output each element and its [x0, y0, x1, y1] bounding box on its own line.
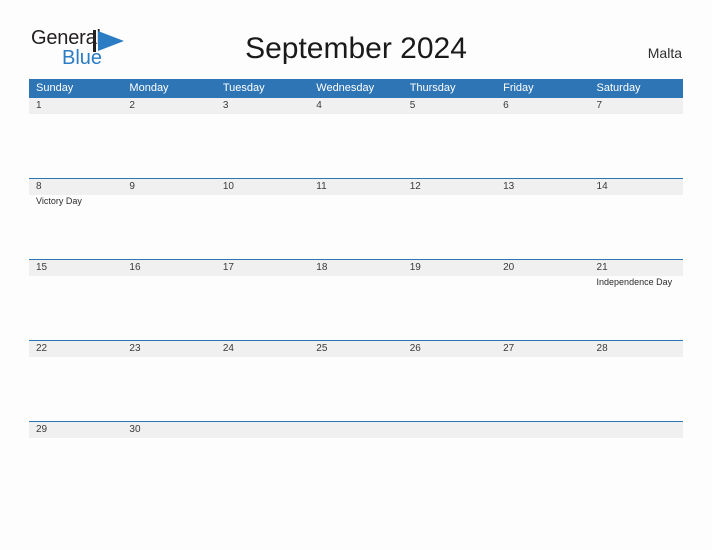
day-cell[interactable]: 25: [309, 341, 402, 421]
day-cell[interactable]: 23: [122, 341, 215, 421]
day-number: 26: [409, 343, 421, 354]
week-row: 22 23 24 25 26 27 28: [29, 340, 683, 421]
day-cell[interactable]: 19: [403, 260, 496, 340]
day-number: 15: [36, 262, 48, 273]
day-cell[interactable]: 18: [309, 260, 402, 340]
day-number: 16: [129, 262, 141, 273]
day-number: 14: [596, 181, 608, 192]
day-number: 18: [316, 262, 328, 273]
week-row: 29 30: [29, 421, 683, 461]
day-number: 29: [36, 424, 48, 435]
day-number: 1: [36, 100, 42, 111]
day-cell[interactable]: 6: [496, 98, 589, 178]
day-events: Victory Day: [36, 195, 122, 207]
day-number: 3: [222, 100, 229, 111]
day-number: 2: [129, 100, 135, 111]
holiday-label: Victory Day: [36, 196, 82, 206]
day-number: 30: [129, 424, 141, 435]
day-cell[interactable]: 27: [496, 341, 589, 421]
day-cell[interactable]: 13: [496, 179, 589, 259]
day-cell[interactable]: 7: [590, 98, 683, 178]
calendar-grid: Sunday Monday Tuesday Wednesday Thursday…: [29, 79, 683, 461]
day-cell[interactable]: 16: [122, 260, 215, 340]
day-cell[interactable]: 29: [29, 422, 122, 461]
day-number: 24: [222, 343, 234, 354]
day-cell-empty: [590, 422, 683, 461]
day-number: 28: [596, 343, 608, 354]
weekday-header-wednesday: Wednesday: [316, 82, 375, 94]
day-cell-empty: [309, 422, 402, 461]
day-number: 7: [596, 100, 603, 111]
weekday-header-friday: Friday: [503, 82, 534, 94]
weekday-header-monday: Monday: [129, 82, 169, 94]
day-cell[interactable]: 2: [122, 98, 215, 178]
day-cell[interactable]: 30: [122, 422, 215, 461]
day-cell[interactable]: 5: [403, 98, 496, 178]
day-cell[interactable]: 24: [216, 341, 309, 421]
day-number: 9: [129, 181, 135, 192]
day-events: Independence Day: [597, 276, 683, 288]
day-cell[interactable]: 26: [403, 341, 496, 421]
day-cell[interactable]: 10: [216, 179, 309, 259]
day-number: 13: [503, 181, 515, 192]
day-number: 22: [36, 343, 48, 354]
day-number: 17: [222, 262, 234, 273]
week-row: 1 2 3 4 5 6 7: [29, 97, 683, 178]
day-cell[interactable]: 12: [403, 179, 496, 259]
day-number: 25: [316, 343, 328, 354]
weekday-header-thursday: Thursday: [409, 82, 456, 94]
week-row: 15 16 17 18 19 20 21 Independence Day: [29, 259, 683, 340]
page-title: September 2024: [245, 32, 467, 65]
day-cell[interactable]: 9: [122, 179, 215, 259]
day-cell[interactable]: 8 Victory Day: [29, 179, 122, 259]
weekday-header-sunday: Sunday: [36, 82, 74, 94]
day-cell-empty: [216, 422, 309, 461]
day-number: 19: [409, 262, 421, 273]
day-number: 11: [316, 181, 327, 192]
weekday-header-tuesday: Tuesday: [222, 82, 265, 94]
day-number: 21: [596, 262, 608, 273]
day-cell[interactable]: 4: [309, 98, 402, 178]
day-cell[interactable]: 20: [496, 260, 589, 340]
day-number: 5: [409, 100, 416, 111]
page-header: General Blue September 2024 Malta: [0, 0, 712, 78]
weekday-header-row: Sunday Monday Tuesday Wednesday Thursday…: [29, 79, 683, 97]
day-cell[interactable]: 28: [590, 341, 683, 421]
weekday-header-saturday: Saturday: [596, 82, 641, 94]
day-number: 23: [129, 343, 141, 354]
day-number: 12: [409, 181, 421, 192]
day-number: 4: [316, 100, 322, 111]
day-cell[interactable]: 17: [216, 260, 309, 340]
day-number: 6: [503, 100, 509, 111]
day-number: 20: [503, 262, 515, 273]
day-cell[interactable]: 22: [29, 341, 122, 421]
day-cell[interactable]: 15: [29, 260, 122, 340]
day-cell[interactable]: 3: [216, 98, 309, 178]
day-cell[interactable]: 14: [590, 179, 683, 259]
day-number: 27: [503, 343, 515, 354]
day-cell[interactable]: 1: [29, 98, 122, 178]
week-row: 8 Victory Day 9 10 11 12 13 14: [29, 178, 683, 259]
day-cell-empty: [403, 422, 496, 461]
day-number: 8: [36, 181, 42, 192]
day-cell[interactable]: 21 Independence Day: [590, 260, 683, 340]
holiday-label: Independence Day: [596, 277, 673, 287]
country-label: Malta: [647, 45, 682, 61]
day-number: 10: [222, 181, 234, 192]
day-cell[interactable]: 11: [309, 179, 402, 259]
day-cell-empty: [496, 422, 589, 461]
